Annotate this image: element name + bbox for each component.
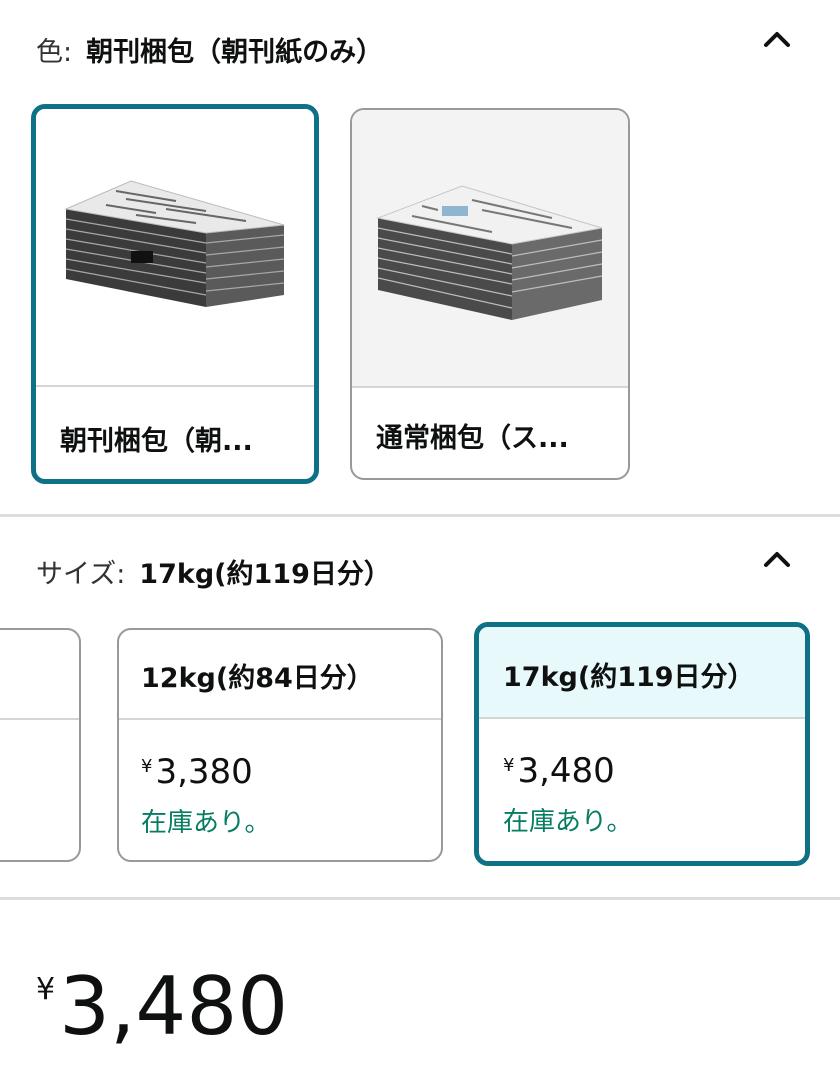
color-option-morning-pack[interactable]: 朝刊梱包（朝... xyxy=(31,104,319,484)
size-selected-value: 17kg(約119日分） xyxy=(139,559,391,590)
chevron-up-icon[interactable] xyxy=(762,24,792,54)
size-option-price: ¥3,380 xyxy=(141,752,253,792)
color-option-standard-pack[interactable]: 通常梱包（ス... xyxy=(350,108,630,480)
card-divider xyxy=(119,718,441,720)
card-divider xyxy=(36,385,314,387)
color-section: 色: 朝刊梱包（朝刊紙のみ） 朝刊梱包（朝... 通常梱包（ス... xyxy=(0,0,840,515)
size-label: サイズ: xyxy=(36,559,126,590)
size-section: サイズ: 17kg(約119日分） 12kg(約84日分） ¥3,380 在庫あり… xyxy=(0,518,840,898)
size-option-name: 12kg(約84日分） xyxy=(141,663,374,694)
currency-symbol: ¥ xyxy=(36,972,56,1007)
newspaper-stack-image xyxy=(64,180,285,307)
color-option-label: 朝刊梱包（朝... xyxy=(60,426,253,457)
product-image-standard xyxy=(352,110,628,386)
card-divider xyxy=(0,718,79,720)
size-option-header: 12kg(約84日分） xyxy=(119,630,441,718)
size-header: サイズ: 17kg(約119日分） xyxy=(36,552,391,591)
card-divider xyxy=(352,386,628,388)
stock-status: 在庫あり。 xyxy=(503,807,633,837)
size-option-partial[interactable] xyxy=(0,628,81,862)
price-value: 3,380 xyxy=(155,752,253,792)
size-option-name: 17kg(約119日分） xyxy=(503,662,755,693)
size-option-17kg[interactable]: 17kg(約119日分） ¥3,480 在庫あり。 xyxy=(474,622,810,866)
main-price: ¥3,480 xyxy=(36,960,288,1053)
size-option-12kg[interactable]: 12kg(約84日分） ¥3,380 在庫あり。 xyxy=(117,628,443,862)
price-value: 3,480 xyxy=(517,751,615,791)
currency-symbol: ¥ xyxy=(503,755,515,776)
main-price-value: 3,480 xyxy=(59,960,289,1053)
chevron-up-icon[interactable] xyxy=(762,544,792,574)
product-image-morning xyxy=(36,109,314,385)
size-option-header: 17kg(約119日分） xyxy=(479,627,805,717)
color-option-label: 通常梱包（ス... xyxy=(376,423,569,454)
stock-status: 在庫あり。 xyxy=(141,808,271,838)
color-selected-value: 朝刊梱包（朝刊紙のみ） xyxy=(86,37,384,68)
currency-symbol: ¥ xyxy=(141,756,153,777)
card-divider xyxy=(479,717,805,719)
color-label: 色: xyxy=(36,37,73,68)
color-header: 色: 朝刊梱包（朝刊紙のみ） xyxy=(36,30,383,69)
size-option-price: ¥3,480 xyxy=(503,751,615,791)
section-divider xyxy=(0,514,840,517)
section-divider xyxy=(0,897,840,900)
newspaper-stack-image xyxy=(376,185,603,320)
